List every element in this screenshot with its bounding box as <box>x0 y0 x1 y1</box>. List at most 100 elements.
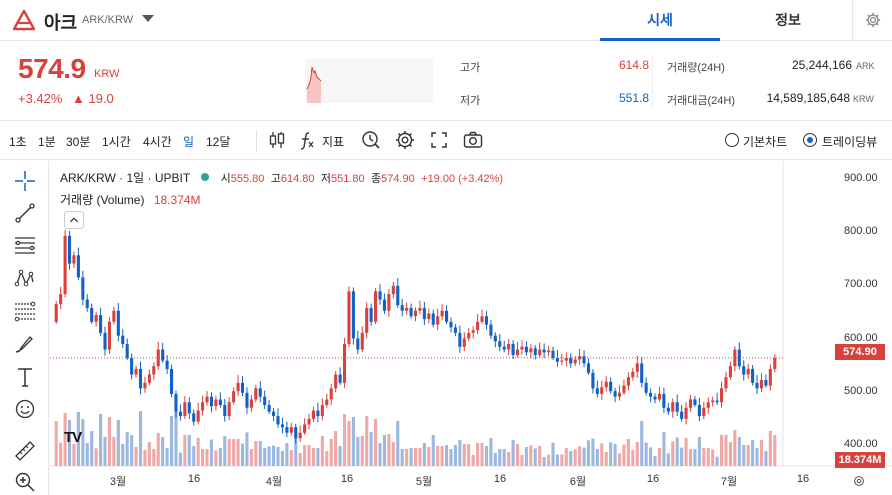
volume-bar <box>631 450 635 466</box>
candle <box>458 332 462 347</box>
interval-12mo[interactable]: 12달 <box>206 133 230 150</box>
candle <box>498 341 502 347</box>
volume-bar <box>316 448 320 466</box>
interval-1s[interactable]: 1초 <box>9 133 27 150</box>
horizontal-lines-icon[interactable] <box>13 233 37 257</box>
candle <box>334 374 338 389</box>
volume-bar <box>467 444 471 466</box>
legend-open: 555.80 <box>230 173 265 185</box>
low-label: 저가 <box>460 95 481 107</box>
candle <box>538 349 542 356</box>
candle <box>680 411 684 419</box>
x-axis-tick: 3월 <box>109 476 127 488</box>
coin-name: 아크 <box>44 13 78 33</box>
candle <box>453 327 457 333</box>
volume-bar <box>688 449 693 466</box>
camera-snapshot-icon[interactable] <box>462 129 484 151</box>
coin-pair: ARK/KRW <box>82 14 134 26</box>
emoji-icon[interactable] <box>13 397 37 421</box>
volume-bar <box>538 446 542 466</box>
candle <box>547 350 551 353</box>
y-axis-tick: 400.00 <box>844 438 878 450</box>
y-axis-tick: 900.00 <box>844 172 878 184</box>
interval-1h[interactable]: 1시간 <box>102 133 131 150</box>
volume-tag: 18.374M <box>835 452 885 468</box>
chart-legend-volume: 거래량 (Volume) 18.374M <box>60 191 201 208</box>
candle <box>671 402 675 412</box>
volume-bar <box>626 439 630 466</box>
candle <box>342 344 347 383</box>
tradingview-label[interactable]: 트레이딩뷰 <box>822 133 877 150</box>
volume-bar <box>476 443 480 466</box>
volume-bar <box>72 444 76 466</box>
tradingview-chart[interactable]: ARK/KRW · 1일 · UPBIT 시555.80 고614.80 저55… <box>50 161 892 495</box>
candle <box>640 363 644 383</box>
volume-bar <box>711 449 715 466</box>
candle <box>560 360 564 362</box>
candle <box>311 410 316 419</box>
candle <box>81 277 85 300</box>
coin-select-chevron-icon[interactable] <box>142 15 154 22</box>
interval-1m[interactable]: 1분 <box>38 133 56 150</box>
volume-bar <box>551 442 555 466</box>
volume-bar <box>755 448 759 466</box>
interval-1d[interactable]: 일 <box>183 133 194 150</box>
candle <box>768 368 772 386</box>
tab-market[interactable]: 시세 <box>600 0 720 41</box>
fib-retracement-icon[interactable] <box>13 299 37 323</box>
collapse-legend-button[interactable] <box>64 211 84 229</box>
function-indicator-icon[interactable] <box>296 129 318 151</box>
trend-line-icon[interactable] <box>13 201 37 225</box>
pattern-icon[interactable] <box>13 266 37 290</box>
volume-bar <box>444 445 449 466</box>
volume-bar <box>573 449 577 466</box>
volume-bar <box>613 444 617 466</box>
volume-bar <box>289 450 293 466</box>
volume-bar <box>138 411 143 466</box>
candle <box>178 411 182 417</box>
candle <box>103 332 107 350</box>
tab-info[interactable]: 정보 <box>728 0 848 41</box>
fullscreen-icon[interactable] <box>428 129 450 151</box>
alert-clock-icon[interactable] <box>360 129 382 151</box>
candle <box>440 310 444 317</box>
interval-30m[interactable]: 30분 <box>66 133 90 150</box>
radio-basic-chart[interactable] <box>725 133 739 147</box>
x-axis-tick: 16 <box>187 473 201 485</box>
radio-tradingview[interactable] <box>803 133 817 147</box>
gear-icon[interactable] <box>394 129 416 151</box>
settings-button[interactable] <box>852 0 892 41</box>
volume-24h-unit: ARK <box>856 61 875 71</box>
volume-bar <box>147 442 151 466</box>
ruler-icon[interactable] <box>13 439 37 463</box>
interval-4h[interactable]: 4시간 <box>143 133 172 150</box>
candlestick-type-icon[interactable] <box>266 129 288 151</box>
volume-bar <box>107 417 111 466</box>
candle <box>422 307 426 320</box>
basic-chart-label[interactable]: 기본차트 <box>743 133 787 150</box>
crosshair-icon[interactable] <box>13 169 37 193</box>
candle <box>515 349 520 356</box>
brush-icon[interactable] <box>13 332 37 356</box>
text-tool-icon[interactable] <box>13 365 37 389</box>
candle <box>254 388 258 400</box>
volume-bar <box>121 444 125 466</box>
indicator-label[interactable]: 지표 <box>322 133 344 150</box>
candle <box>316 410 320 417</box>
candlestick-plot[interactable] <box>50 161 892 495</box>
volume-bar <box>320 436 324 466</box>
candle <box>586 363 591 373</box>
candle <box>298 432 302 439</box>
candle <box>236 382 240 392</box>
tradingview-logo[interactable]: TV <box>64 429 82 446</box>
current-price-tag: 574.90 <box>835 344 885 360</box>
amount-24h-unit: KRW <box>853 94 874 104</box>
current-price: 574.9 <box>18 53 86 84</box>
volume-bar <box>498 449 502 466</box>
candle <box>693 399 697 405</box>
volume-bar <box>209 439 214 466</box>
volume-bar <box>746 445 750 466</box>
gear-icon[interactable] <box>852 474 866 488</box>
volume-bar <box>218 448 222 466</box>
zoom-in-icon[interactable] <box>13 470 37 494</box>
